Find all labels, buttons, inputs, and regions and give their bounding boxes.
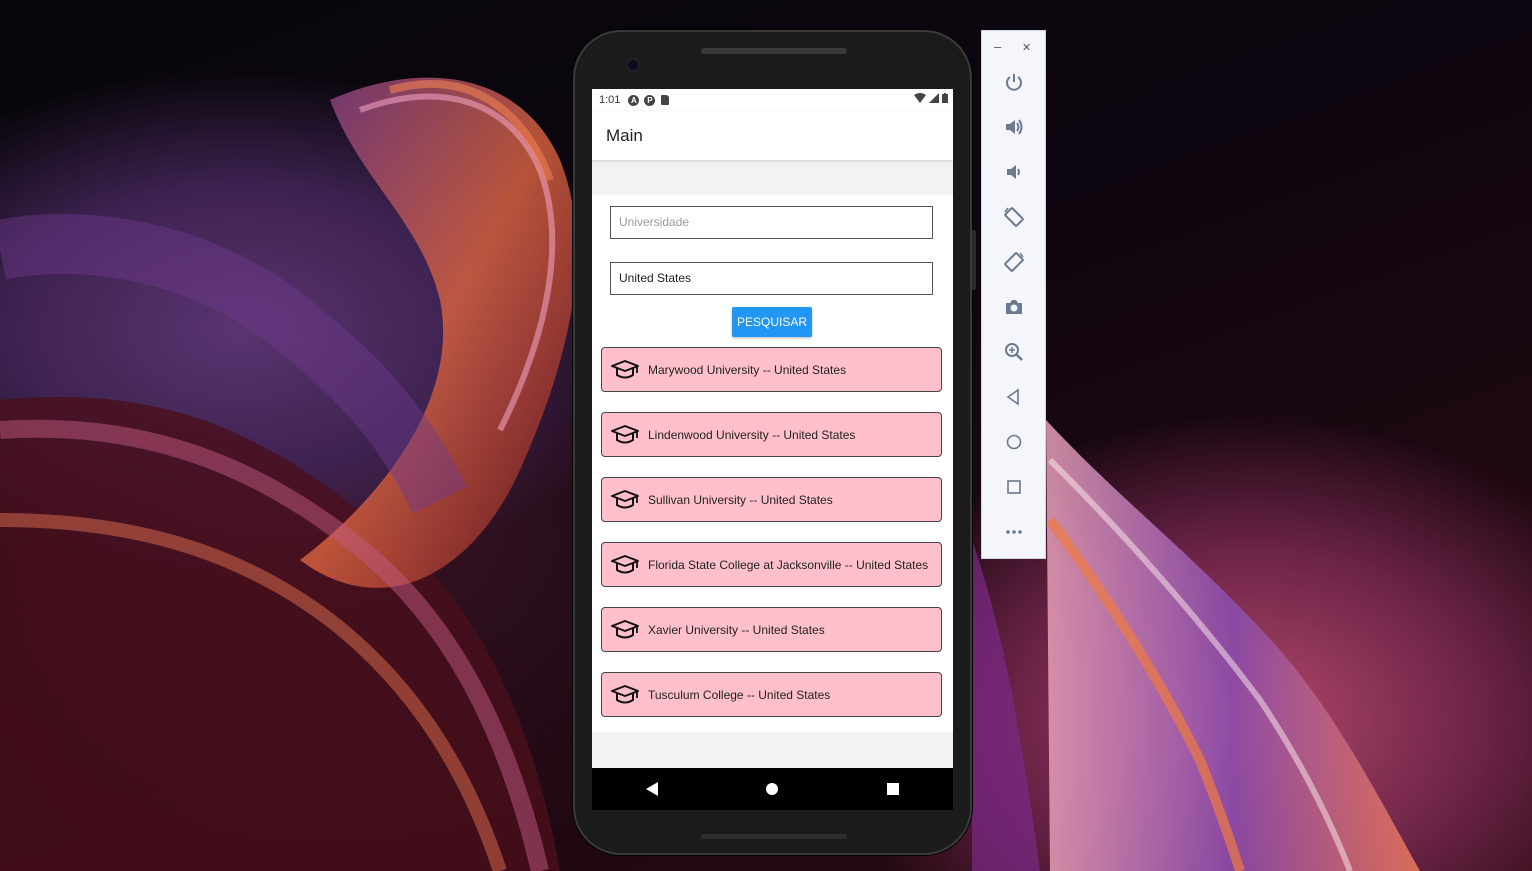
result-label: Sullivan University -- United States [648,492,833,507]
result-label: Lindenwood University -- United States [648,427,856,442]
status-bar: 1:01 A P [592,89,953,111]
search-button[interactable]: PESQUISAR [732,307,812,337]
page-title: Main [606,126,643,145]
home-circle-icon [766,783,779,795]
android-nav-bar [592,768,953,810]
volume-down-icon [1007,165,1020,179]
front-camera [628,60,638,70]
nav-back-button[interactable] [632,774,672,804]
volume-up-button[interactable] [1002,115,1026,139]
power-button[interactable] [1002,70,1026,94]
graduation-cap-icon [611,619,639,638]
rotate-left-icon [1004,207,1024,227]
signal-icon [929,93,939,103]
result-label: Tusculum College -- United States [648,687,831,702]
notification-icon: P [644,94,656,106]
result-card[interactable]: Lindenwood University -- United States [601,412,942,457]
result-card[interactable]: Marywood University -- United States [601,347,942,392]
phone-frame: 1:01 A P Main Universidade United States… [573,30,976,855]
device-screen: 1:01 A P Main Universidade United States… [592,89,953,810]
result-label: Florida State College at Jacksonville --… [648,557,929,572]
result-label: Xavier University -- United States [648,622,825,637]
graduation-cap-icon [611,359,639,378]
overview-button[interactable] [1002,475,1026,499]
graduation-cap-icon [611,554,639,573]
close-button[interactable]: ✕ [1022,41,1031,54]
overview-icon [1007,480,1021,494]
back-triangle-icon [646,782,659,796]
bottom-speaker-grille [701,834,847,839]
volume-up-icon [1006,119,1023,135]
rotate-left-button[interactable] [1002,205,1026,229]
result-card[interactable]: Tusculum College -- United States [601,672,942,717]
zoom-icon [1005,343,1023,361]
power-icon [1006,74,1022,91]
volume-down-button[interactable] [1002,160,1026,184]
rotate-right-icon [1004,252,1024,272]
rotate-right-button[interactable] [1002,250,1026,274]
wifi-icon [914,93,926,103]
result-card[interactable]: Xavier University -- United States [601,607,942,652]
speaker-grille [701,48,847,54]
nav-overview-button[interactable] [873,774,913,804]
battery-icon [942,93,948,103]
nav-home-button[interactable] [752,774,792,804]
overview-square-icon [886,783,899,795]
more-button[interactable] [1002,520,1026,544]
home-icon [1006,434,1022,450]
status-time: 1:01 [599,94,621,106]
university-input[interactable]: Universidade [610,206,933,239]
side-button [972,230,976,290]
graduation-cap-icon [611,489,639,508]
graduation-cap-icon [611,424,639,443]
status-right-icons [914,93,948,103]
app-bar: Main [592,111,953,160]
result-card[interactable]: Sullivan University -- United States [601,477,942,522]
graduation-cap-icon [611,684,639,703]
result-card[interactable]: Florida State College at Jacksonville --… [601,542,942,587]
emulator-toolbar: – ✕ [981,30,1046,559]
sd-card-icon [661,95,670,105]
country-input[interactable]: United States [610,262,933,295]
more-icon [1006,530,1022,534]
notification-icon: A [628,94,640,106]
zoom-button[interactable] [1002,340,1026,364]
main-content: Universidade United States PESQUISAR Mar… [592,195,953,732]
back-icon [1006,388,1019,406]
screenshot-button[interactable] [1002,295,1026,319]
back-button[interactable] [1002,385,1026,409]
camera-icon [1006,300,1022,314]
home-button[interactable] [1002,430,1026,454]
result-label: Marywood University -- United States [648,362,847,377]
minimize-button[interactable]: – [994,39,1001,54]
